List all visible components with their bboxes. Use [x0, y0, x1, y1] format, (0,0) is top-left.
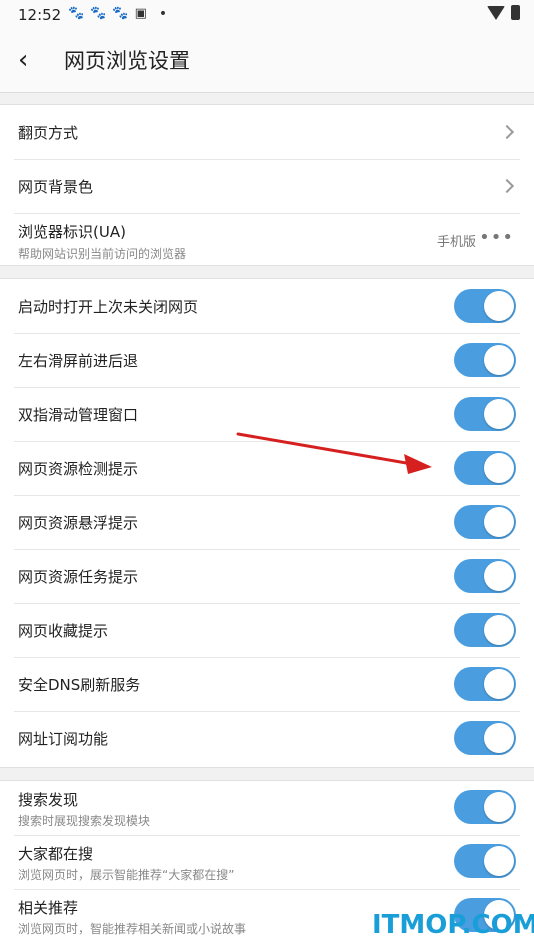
setting-label: 左右滑屏前进后退: [18, 352, 139, 370]
toggle-switch[interactable]: [454, 721, 516, 755]
toggle-knob: [484, 291, 514, 321]
image-icon: ▣: [134, 6, 147, 21]
wifi-icon: [487, 5, 505, 20]
setting-background-color[interactable]: 网页背景色: [14, 159, 520, 214]
status-time: 12:52: [18, 6, 62, 24]
toggle-switch[interactable]: [454, 844, 516, 878]
setting-label: 网页收藏提示: [18, 622, 109, 640]
setting-description: 浏览网页时，展示智能推荐“大家都在搜”: [18, 868, 235, 882]
setting-description: 浏览网页时，智能推荐相关新闻或小说故事: [18, 922, 247, 936]
chevron-right-icon: [499, 124, 515, 140]
chevron-right-icon: [499, 178, 515, 194]
notification-icons: 🐾 🐾 🐾 ▣ •: [68, 6, 167, 22]
toggle-knob: [484, 507, 514, 537]
settings-group-browsing: 启动时打开上次未关闭网页 左右滑屏前进后退 双指滑动管理窗口 网页资源检测提示 …: [0, 278, 534, 768]
setting-label: 网页资源检测提示: [18, 460, 139, 478]
app-header: ‹ 网页浏览设置: [0, 30, 534, 93]
setting-label: 安全DNS刷新服务: [18, 676, 141, 694]
setting-trending-search: 大家都在搜 浏览网页时，展示智能推荐“大家都在搜”: [14, 835, 520, 890]
setting-label: 网页资源悬浮提示: [18, 514, 139, 532]
setting-label: 大家都在搜: [18, 845, 94, 863]
setting-swipe-navigation: 左右滑屏前进后退: [14, 333, 520, 388]
toggle-switch[interactable]: [454, 451, 516, 485]
toggle-knob: [484, 453, 514, 483]
setting-two-finger-windows: 双指滑动管理窗口: [14, 387, 520, 442]
paw-icon: 🐾: [90, 6, 107, 21]
setting-label: 网页资源任务提示: [18, 568, 139, 586]
status-right: [487, 5, 520, 20]
toggle-switch[interactable]: [454, 667, 516, 701]
setting-label: 搜索发现: [18, 791, 79, 809]
paw-icon: 🐾: [112, 6, 129, 21]
toggle-knob: [484, 669, 514, 699]
toggle-knob: [484, 561, 514, 591]
setting-user-agent[interactable]: 浏览器标识(UA) 帮助网站识别当前访问的浏览器 手机版 •••: [14, 213, 520, 265]
setting-label: 相关推荐: [18, 899, 79, 917]
watermark: ITMOP.COM: [372, 910, 534, 940]
setting-resource-floating: 网页资源悬浮提示: [14, 495, 520, 550]
toggle-switch[interactable]: [454, 505, 516, 539]
setting-description: 搜索时展现搜索发现模块: [18, 814, 151, 828]
settings-group-display: 翻页方式 网页背景色 浏览器标识(UA) 帮助网站识别当前访问的浏览器 手机版 …: [0, 104, 534, 266]
toggle-knob: [484, 345, 514, 375]
setting-label: 启动时打开上次未关闭网页: [18, 298, 199, 316]
paw-icon: 🐾: [68, 6, 85, 21]
more-icon[interactable]: •••: [479, 227, 514, 248]
setting-resource-task: 网页资源任务提示: [14, 549, 520, 604]
setting-label: 翻页方式: [18, 124, 79, 142]
back-icon[interactable]: ‹: [18, 46, 44, 74]
toggle-switch[interactable]: [454, 343, 516, 377]
setting-url-subscription: 网址订阅功能: [14, 711, 520, 765]
toggle-knob: [484, 723, 514, 753]
status-dot: •: [158, 6, 168, 22]
setting-label: 浏览器标识(UA): [18, 223, 126, 241]
toggle-switch[interactable]: [454, 613, 516, 647]
setting-page-turn[interactable]: 翻页方式: [14, 105, 520, 160]
page-title: 网页浏览设置: [64, 49, 190, 73]
setting-bookmark-tip: 网页收藏提示: [14, 603, 520, 658]
setting-resource-detection: 网页资源检测提示: [14, 441, 520, 496]
toggle-switch[interactable]: [454, 289, 516, 323]
ua-value: 手机版: [436, 235, 476, 250]
toggle-knob: [484, 615, 514, 645]
toggle-switch[interactable]: [454, 397, 516, 431]
battery-icon: [511, 5, 520, 20]
toggle-knob: [484, 399, 514, 429]
setting-search-discovery: 搜索发现 搜索时展现搜索发现模块: [14, 781, 520, 836]
toggle-knob: [484, 846, 514, 876]
status-bar: 12:52 🐾 🐾 🐾 ▣ •: [0, 0, 534, 30]
setting-description: 帮助网站识别当前访问的浏览器: [18, 247, 187, 261]
setting-label: 网址订阅功能: [18, 730, 109, 748]
toggle-switch[interactable]: [454, 790, 516, 824]
toggle-knob: [484, 792, 514, 822]
setting-label: 双指滑动管理窗口: [18, 406, 139, 424]
setting-label: 网页背景色: [18, 178, 94, 196]
toggle-switch[interactable]: [454, 559, 516, 593]
setting-restore-tabs: 启动时打开上次未关闭网页: [14, 279, 520, 334]
setting-secure-dns: 安全DNS刷新服务: [14, 657, 520, 712]
